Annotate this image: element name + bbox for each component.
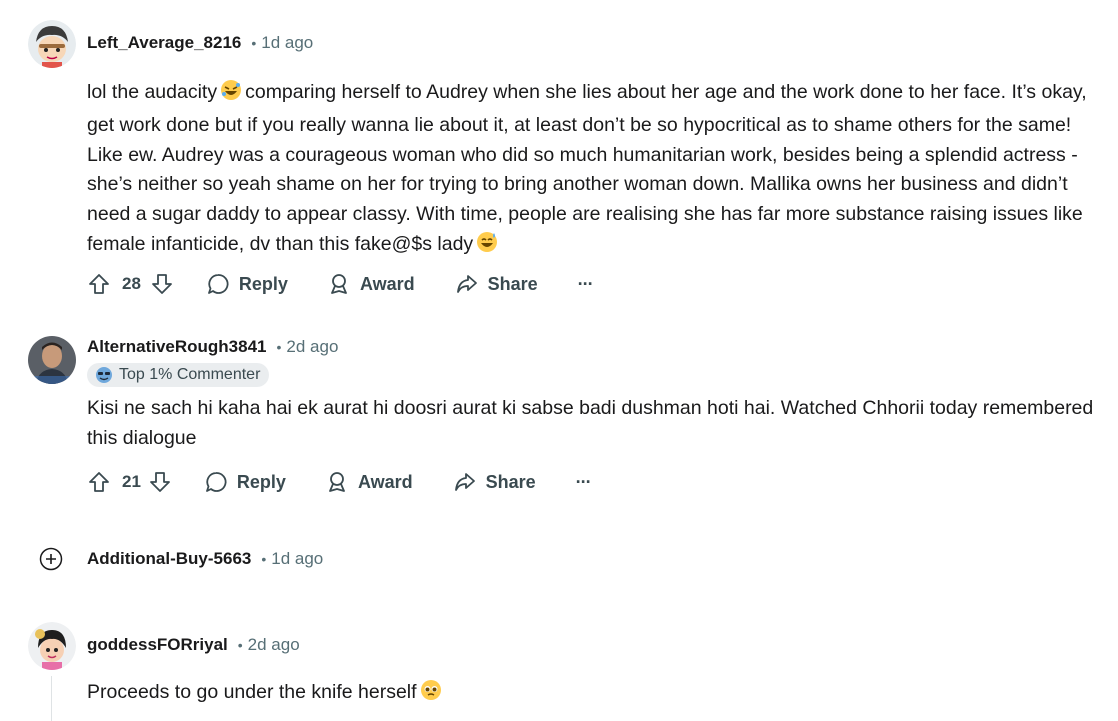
share-arrow-icon	[454, 473, 475, 491]
separator-dot: •	[261, 551, 267, 567]
comment-text: Proceeds to go under the knife herself	[87, 681, 417, 703]
cartoon-avatar-icon	[28, 20, 76, 68]
reply-button[interactable]: Reply	[206, 272, 288, 296]
rolling-on-floor-laughing-emoji	[220, 79, 242, 111]
timestamp[interactable]: 2d ago	[248, 635, 300, 655]
award-ribbon-icon	[331, 274, 347, 294]
badge-label: Top 1% Commenter	[119, 366, 261, 383]
upvote-arrow-icon	[89, 274, 109, 294]
award-button[interactable]: Award	[325, 470, 413, 494]
pleading-face-emoji	[420, 679, 442, 711]
thread-line[interactable]	[51, 676, 52, 721]
username[interactable]: goddessFORriyal	[87, 635, 228, 655]
cartoon-avatar-icon	[28, 622, 76, 670]
comment-body: Proceeds to go under the knife herself	[87, 678, 1107, 711]
share-arrow-icon	[456, 275, 477, 293]
comment-text-part: lol the audacity	[87, 81, 218, 103]
speech-bubble-icon	[208, 274, 229, 294]
username[interactable]: Left_Average_8216	[87, 33, 241, 53]
reply-button[interactable]: Reply	[204, 470, 286, 494]
comment-body: lol the audacity comparing herself to Aud…	[87, 78, 1107, 263]
upvote-button[interactable]	[87, 470, 111, 494]
share-button[interactable]: Share	[453, 470, 536, 494]
more-options-button[interactable]: ···	[575, 471, 592, 493]
comment-meta: goddessFORriyal • 2d ago	[87, 635, 300, 655]
upvote-arrow-icon	[89, 472, 109, 492]
speech-bubble-icon	[206, 472, 227, 492]
share-label: Share	[487, 273, 538, 294]
comment-actions: 21 Reply Award Share ···	[87, 465, 592, 499]
downvote-arrow-icon	[150, 472, 170, 492]
award-label: Award	[359, 273, 415, 294]
award-label: Award	[357, 471, 413, 492]
expand-comment-button[interactable]	[39, 547, 63, 571]
photo-avatar-icon	[28, 336, 76, 384]
downvote-arrow-icon	[152, 274, 172, 294]
user-avatar[interactable]	[28, 622, 76, 670]
commenter-badge: Top 1% Commenter	[87, 363, 270, 387]
vote-count: 21	[122, 472, 141, 491]
share-label: Share	[485, 471, 536, 492]
comment-meta: AlternativeRough3841 • 2d ago	[87, 337, 338, 357]
award-button[interactable]: Award	[327, 272, 415, 296]
timestamp[interactable]: 1d ago	[271, 549, 323, 569]
username[interactable]: Additional-Buy-5663	[87, 549, 251, 569]
downvote-button[interactable]	[148, 470, 172, 494]
separator-dot: •	[276, 339, 282, 355]
share-button[interactable]: Share	[455, 272, 538, 296]
award-ribbon-icon	[329, 472, 345, 492]
upvote-button[interactable]	[87, 272, 111, 296]
plus-circle-icon	[39, 547, 63, 571]
comment-body: Kisi ne sach hi kaha hai ek aurat hi doo…	[87, 397, 1094, 449]
username[interactable]: AlternativeRough3841	[87, 337, 267, 357]
reply-label: Reply	[238, 273, 288, 294]
timestamp[interactable]: 1d ago	[261, 33, 313, 53]
smiling-face-with-sweat-emoji	[476, 231, 498, 263]
separator-dot: •	[251, 35, 257, 51]
separator-dot: •	[237, 637, 243, 653]
more-options-icon: ···	[577, 273, 594, 294]
downvote-button[interactable]	[150, 272, 174, 296]
comment-meta: Additional-Buy-5663 • 1d ago	[87, 549, 323, 569]
user-avatar[interactable]	[28, 336, 76, 384]
more-options-button[interactable]: ···	[577, 273, 594, 295]
comment-meta: Left_Average_8216 • 1d ago	[87, 33, 313, 53]
reply-label: Reply	[236, 471, 286, 492]
timestamp[interactable]: 2d ago	[286, 337, 338, 357]
comment-actions: 28 Reply Award Share ···	[87, 267, 594, 301]
sunglasses-face-icon	[95, 366, 113, 384]
more-options-icon: ···	[575, 471, 592, 492]
vote-count: 28	[122, 274, 141, 293]
user-avatar[interactable]	[28, 20, 76, 68]
